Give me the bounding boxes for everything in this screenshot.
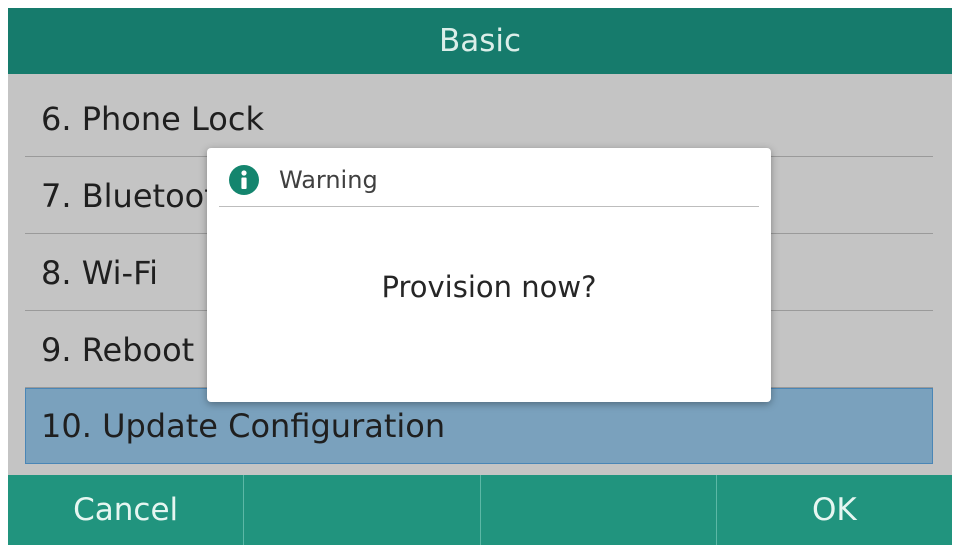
dialog-header: Warning [219,158,759,207]
menu-item-label: 9. Reboot [41,331,195,369]
softkey-empty-2[interactable] [481,475,717,545]
menu-item-label: 8. Wi-Fi [41,254,159,292]
menu-item-phone-lock[interactable]: 6. Phone Lock [25,80,933,157]
warning-dialog: Warning Provision now? [207,148,771,402]
softkey-bar: Cancel OK [8,475,952,545]
menu-item-label: 10. Update Configuration [41,407,446,445]
title-bar: Basic [8,8,952,74]
ok-button[interactable]: OK [717,475,952,545]
menu-item-label: 6. Phone Lock [41,100,264,138]
softkey-empty-1[interactable] [244,475,481,545]
phone-screen: Basic 6. Phone Lock 7. Bluetooth 8. Wi-F… [8,8,952,545]
cancel-button[interactable]: Cancel [8,475,245,545]
info-icon [229,165,259,195]
dialog-title: Warning [279,166,378,194]
page-title: Basic [438,23,522,59]
dialog-message: Provision now? [381,270,597,304]
